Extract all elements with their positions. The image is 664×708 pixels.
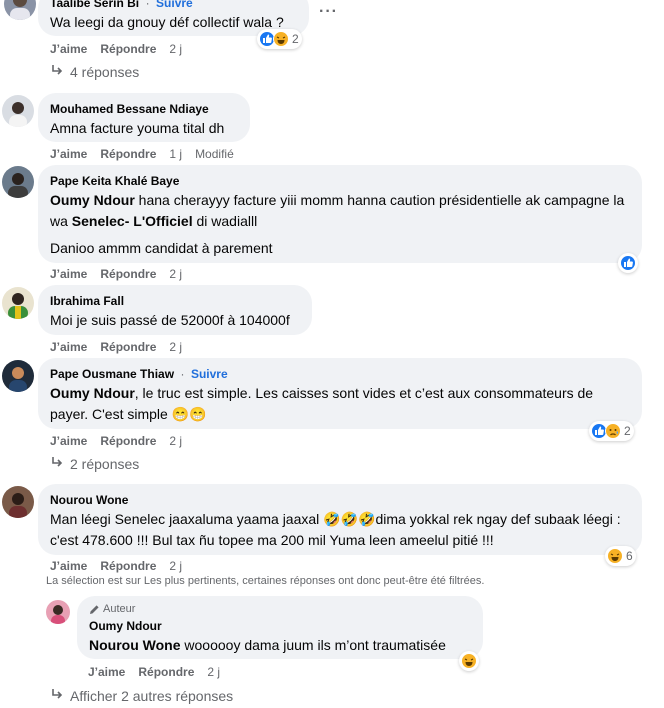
comment-actions: J’aime Répondre 2 j xyxy=(50,339,195,355)
comment-author[interactable]: Mouhamed Bessane Ndiaye xyxy=(50,101,209,117)
comment-time[interactable]: 2 j xyxy=(169,559,182,573)
reaction-summary[interactable]: 2 xyxy=(257,29,302,49)
comment-actions: J’aime Répondre 2 j xyxy=(50,41,195,57)
comment-actions: J’aime Répondre 2 j xyxy=(50,433,195,449)
reply-arrow-icon xyxy=(50,455,64,473)
reply-author[interactable]: Oumy Ndour xyxy=(89,618,162,634)
like-button[interactable]: J’aime xyxy=(88,665,125,679)
replies-count: 2 réponses xyxy=(70,456,140,472)
replies-count: 4 réponses xyxy=(70,64,140,80)
author-badge: Auteur xyxy=(89,602,471,616)
comment-time[interactable]: 2 j xyxy=(169,42,182,56)
reaction-summary[interactable] xyxy=(618,253,638,273)
avatar[interactable] xyxy=(2,360,34,392)
comment-actions: J’aime Répondre 2 j xyxy=(50,266,195,282)
like-reaction-icon xyxy=(620,255,636,271)
separator-dot: · xyxy=(145,0,150,10)
more-options-icon[interactable]: ··· xyxy=(319,3,338,21)
reaction-count: 2 xyxy=(292,32,299,46)
like-button[interactable]: J’aime xyxy=(50,340,87,354)
mention-link[interactable]: Nourou Wone xyxy=(89,637,181,653)
comment-time[interactable]: 2 j xyxy=(169,434,182,448)
reaction-summary[interactable]: 2 xyxy=(589,421,634,441)
comment-author[interactable]: Taalibé Serin Bi xyxy=(50,0,139,11)
reply-button[interactable]: Répondre xyxy=(138,665,194,679)
like-button[interactable]: J’aime xyxy=(50,147,87,161)
like-button[interactable]: J’aime xyxy=(50,434,87,448)
reply-text: Nourou Wone woooooy dama juum ils m’ont … xyxy=(89,637,446,653)
comment-bubble: Ibrahima Fall Moi je suis passé de 52000… xyxy=(38,285,312,335)
show-more-replies-label: Afficher 2 autres réponses xyxy=(70,688,234,704)
view-replies-link[interactable]: 4 réponses xyxy=(50,63,139,81)
like-button[interactable]: J’aime xyxy=(50,42,87,56)
reaction-count: 6 xyxy=(626,549,633,563)
like-button[interactable]: J’aime xyxy=(50,267,87,281)
show-more-replies-link[interactable]: Afficher 2 autres réponses xyxy=(50,687,233,705)
comment-bubble: Pape Keita Khalé Baye Oumy Ndour hana ch… xyxy=(38,165,642,263)
avatar[interactable] xyxy=(4,0,36,20)
comment-bubble: Mouhamed Bessane Ndiaye Amna facture you… xyxy=(38,93,250,142)
reply-button[interactable]: Répondre xyxy=(100,267,156,281)
avatar[interactable] xyxy=(2,166,34,198)
reply-arrow-icon xyxy=(50,63,64,81)
comment-text: Amna facture youma tital dh xyxy=(50,120,225,136)
haha-reaction-icon xyxy=(607,548,623,564)
view-replies-link[interactable]: 2 réponses xyxy=(50,455,139,473)
pencil-icon xyxy=(90,604,99,614)
avatar[interactable] xyxy=(2,486,34,518)
reply-time[interactable]: 2 j xyxy=(207,665,220,679)
comment-author[interactable]: Ibrahima Fall xyxy=(50,293,124,309)
reply-button[interactable]: Répondre xyxy=(100,147,156,161)
author-badge-label: Auteur xyxy=(103,603,136,615)
separator-dot: · xyxy=(180,367,185,381)
comment-author[interactable]: Nourou Wone xyxy=(50,492,128,508)
comment-text: Danioo ammm candidat à parement xyxy=(50,240,273,256)
comment-author[interactable]: Pape Keita Khalé Baye xyxy=(50,173,179,189)
haha-reaction-icon xyxy=(273,31,289,47)
comment-actions: J’aime Répondre 2 j xyxy=(50,558,195,574)
mention-link[interactable]: Senelec- L'Officiel xyxy=(72,213,193,229)
like-button[interactable]: J’aime xyxy=(50,559,87,573)
avatar[interactable] xyxy=(2,95,34,127)
comment-bubble: Pape Ousmane Thiaw · Suivre Oumy Ndour, … xyxy=(38,358,642,429)
haha-reaction-icon xyxy=(461,653,477,669)
reaction-summary[interactable]: 6 xyxy=(605,546,636,566)
comment-time[interactable]: 2 j xyxy=(169,267,182,281)
follow-button[interactable]: Suivre xyxy=(156,0,193,10)
reply-bubble: Auteur Oumy Ndour Nourou Wone woooooy da… xyxy=(77,596,483,659)
reply-actions: J’aime Répondre 2 j xyxy=(88,664,233,680)
mention-link[interactable]: Oumy Ndour xyxy=(50,385,135,401)
comment-text: Moi je suis passé de 52000f à 104000f xyxy=(50,312,290,328)
filter-notice: La sélection est sur Les plus pertinents… xyxy=(46,575,485,587)
mention-link[interactable]: Oumy Ndour xyxy=(50,192,135,208)
reaction-count: 2 xyxy=(624,424,631,438)
reply-button[interactable]: Répondre xyxy=(100,42,156,56)
reply-arrow-icon xyxy=(50,687,64,705)
reply-button[interactable]: Répondre xyxy=(100,559,156,573)
comment-text: Oumy Ndour hana cherayyy facture yiii mo… xyxy=(50,192,625,229)
sad-reaction-icon xyxy=(605,423,621,439)
reply-button[interactable]: Répondre xyxy=(100,434,156,448)
edited-label: Modifié xyxy=(195,147,234,161)
comment-text: Wa leegi da gnouy déf collectif wala ? xyxy=(50,14,284,30)
comment-author[interactable]: Pape Ousmane Thiaw xyxy=(50,366,174,382)
comment-time[interactable]: 2 j xyxy=(169,340,182,354)
reply-button[interactable]: Répondre xyxy=(100,340,156,354)
avatar[interactable] xyxy=(2,287,34,319)
comment-time[interactable]: 1 j xyxy=(169,147,182,161)
comment-actions: J’aime Répondre 1 j Modifié xyxy=(50,146,247,162)
comment-bubble: Nourou Wone Man léegi Senelec jaaxaluma … xyxy=(38,484,642,555)
reaction-summary[interactable] xyxy=(459,651,479,671)
avatar[interactable] xyxy=(46,600,70,624)
comment-text: Oumy Ndour, le truc est simple. Les cais… xyxy=(50,385,594,422)
follow-button[interactable]: Suivre xyxy=(191,367,228,381)
comment-text: Man léegi Senelec jaaxaluma yaama jaaxal… xyxy=(50,511,621,548)
